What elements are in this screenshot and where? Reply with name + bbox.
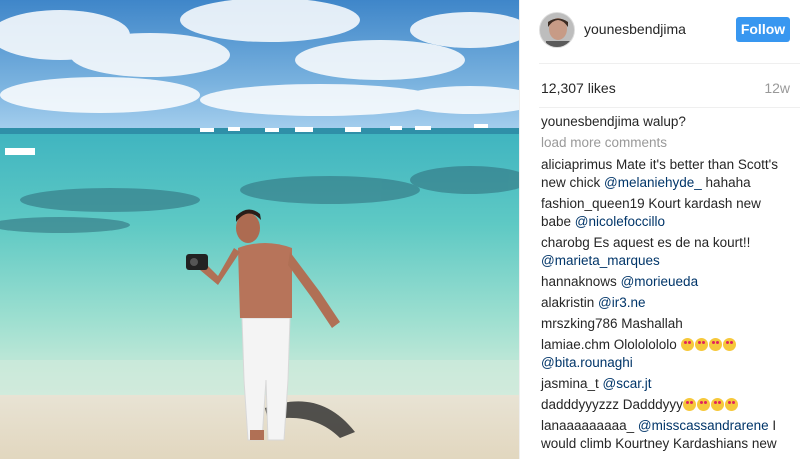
comment-username[interactable]: dadddyyyzzz <box>541 397 619 412</box>
avatar[interactable] <box>539 12 575 48</box>
heart-eyes-emoji-icon <box>708 338 722 351</box>
comments-list: younesbendjima walup? load more comments… <box>541 113 793 456</box>
comment-username[interactable]: aliciaprimus <box>541 157 612 172</box>
mention-link[interactable]: @morieueda <box>621 274 699 289</box>
comment-username[interactable]: younesbendjima <box>541 114 639 129</box>
comment-username[interactable]: alakristin <box>541 295 594 310</box>
mention-link[interactable]: @nicolefoccillo <box>575 214 665 229</box>
post-age[interactable]: 12w <box>764 80 790 96</box>
comment-username[interactable]: mrszking786 <box>541 316 618 331</box>
load-more-comments-link[interactable]: load more comments <box>541 134 793 152</box>
heart-eyes-emoji-icon <box>722 338 736 351</box>
comment-username[interactable]: lanaaaaaaaaa_ <box>541 418 634 433</box>
comment-item: dadddyyyzzz Dadddyyy <box>541 396 793 414</box>
likes-count[interactable]: 12,307 likes <box>541 80 616 96</box>
comment-item: aliciaprimus Mate it's better than Scott… <box>541 156 793 192</box>
post-side-panel: younesbendjima Follow 12,307 likes 12w y… <box>519 0 800 459</box>
post-photo[interactable] <box>0 0 519 459</box>
comment-text: hahaha <box>701 175 751 190</box>
mention-link[interactable]: @marieta_marques <box>541 253 660 268</box>
comment-item: lamiae.chm Olololololo @bita.rounaghi <box>541 336 793 372</box>
comment-item: lanaaaaaaaaa_ @misscassandrarene I would… <box>541 417 793 453</box>
comment-username[interactable]: jasmina_t <box>541 376 599 391</box>
comment-item: fashion_queen19 Kourt kardash new babe @… <box>541 195 793 231</box>
comment-item: hannaknows @morieueda <box>541 273 793 291</box>
follow-button[interactable]: Follow <box>736 17 790 42</box>
heart-eyes-emoji-icon <box>680 338 694 351</box>
comment-text: Olololololo <box>610 337 681 352</box>
mention-link[interactable]: @bita.rounaghi <box>541 355 633 370</box>
mention-link[interactable]: @scar.jt <box>603 376 652 391</box>
comment-text: walup? <box>639 114 686 129</box>
comment-username[interactable]: lamiae.chm <box>541 337 610 352</box>
heart-eyes-emoji-icon <box>682 398 696 411</box>
heart-eyes-emoji-icon <box>696 398 710 411</box>
mention-link[interactable]: @misscassandrarene <box>638 418 769 433</box>
divider <box>539 63 800 64</box>
mention-link[interactable]: @melaniehyde_ <box>604 175 702 190</box>
comment-item: mrszking786 Mashallah <box>541 315 793 333</box>
post-username[interactable]: younesbendjima <box>584 21 686 37</box>
comment-username[interactable]: hannaknows <box>541 274 617 289</box>
heart-eyes-emoji-icon <box>694 338 708 351</box>
comment-item: charobg Es aquest es de na kourt!! @mari… <box>541 234 793 270</box>
caption: younesbendjima walup? <box>541 113 793 131</box>
comment-username[interactable]: fashion_queen19 <box>541 196 645 211</box>
comment-text: Es aquest es de na kourt!! <box>589 235 751 250</box>
comment-item: alakristin @ir3.ne <box>541 294 793 312</box>
mention-link[interactable]: @ir3.ne <box>598 295 645 310</box>
comment-item: jasmina_t @scar.jt <box>541 375 793 393</box>
comment-text: Dadddyyy <box>619 397 683 412</box>
comment-username[interactable]: charobg <box>541 235 590 250</box>
post-header: younesbendjima Follow <box>520 0 800 63</box>
divider <box>539 107 800 108</box>
heart-eyes-emoji-icon <box>710 398 724 411</box>
heart-eyes-emoji-icon <box>724 398 738 411</box>
comment-text: Mashallah <box>617 316 683 331</box>
